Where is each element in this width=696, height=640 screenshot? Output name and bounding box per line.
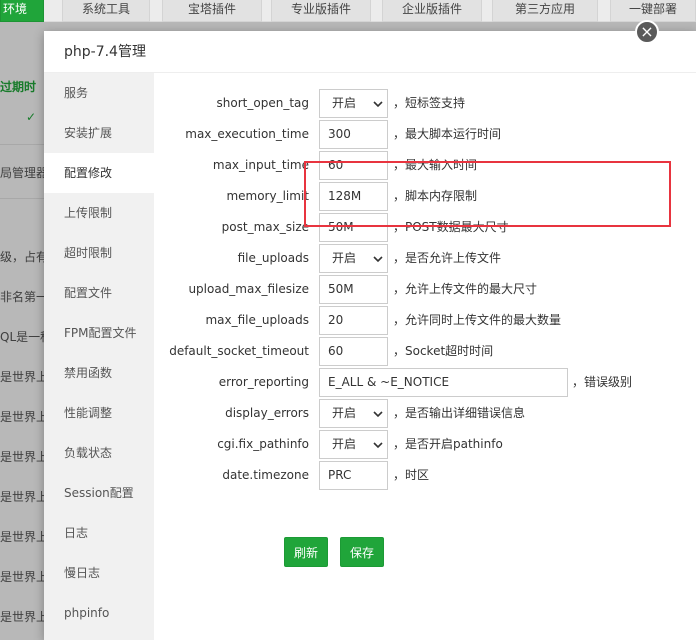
setting-row-error-reporting: error_reporting E_ALL & ~E_NOTICE ，错误级别: [154, 367, 696, 398]
short-open-tag-select[interactable]: 开启: [319, 89, 388, 118]
setting-description: ，错误级别: [572, 375, 633, 389]
select-value: 开启: [332, 251, 357, 265]
chevron-down-icon: [373, 101, 383, 108]
highlight-box: [304, 161, 671, 227]
max-execution-time-input[interactable]: 300: [319, 120, 388, 149]
select-value: 开启: [332, 406, 357, 420]
setting-label: short_open_tag: [216, 96, 309, 110]
sidebar-item-config-modify[interactable]: 配置修改: [44, 153, 154, 193]
refresh-button[interactable]: 刷新: [284, 537, 328, 567]
setting-label: upload_max_filesize: [188, 282, 309, 296]
sidebar-item-config-file[interactable]: 配置文件: [44, 273, 154, 313]
sidebar-item-upload-limit[interactable]: 上传限制: [44, 193, 154, 233]
close-icon[interactable]: ×: [635, 20, 659, 44]
upload-max-filesize-input[interactable]: 50M: [319, 275, 388, 304]
setting-description: ，是否输出详细错误信息: [393, 406, 526, 420]
setting-label: max_execution_time: [185, 127, 309, 141]
tab-enterprise-plugins[interactable]: 企业版插件: [382, 0, 482, 22]
error-reporting-input[interactable]: E_ALL & ~E_NOTICE: [319, 368, 568, 397]
setting-row-upload-max-filesize: upload_max_filesize 50M ，允许上传文件的最大尺寸: [154, 274, 696, 305]
setting-label: max_input_time: [212, 158, 309, 172]
setting-row-cgi-fix-pathinfo: cgi.fix_pathinfo 开启 ，是否开启pathinfo: [154, 429, 696, 460]
setting-description: ，短标签支持: [393, 96, 466, 110]
date-timezone-input[interactable]: PRC: [319, 461, 388, 490]
sidebar-item-timeout-limit[interactable]: 超时限制: [44, 233, 154, 273]
setting-label: max_file_uploads: [205, 313, 309, 327]
setting-description: ，最大脚本运行时间: [393, 127, 502, 141]
file-uploads-select[interactable]: 开启: [319, 244, 388, 273]
cgi-fix-pathinfo-select[interactable]: 开启: [319, 430, 388, 459]
setting-label: cgi.fix_pathinfo: [217, 437, 309, 451]
tab-pro-plugins[interactable]: 专业版插件: [271, 0, 371, 22]
sidebar-item-performance[interactable]: 性能调整: [44, 393, 154, 433]
chevron-down-icon: [373, 442, 383, 449]
top-nav: 环境 系统工具 宝塔插件 专业版插件 企业版插件 第三方应用 一键部署: [0, 0, 696, 22]
sidebar-item-log[interactable]: 日志: [44, 513, 154, 553]
setting-label: file_uploads: [237, 251, 309, 265]
setting-description: ，Socket超时时间: [393, 344, 494, 358]
save-button[interactable]: 保存: [340, 537, 384, 567]
sidebar-item-phpinfo[interactable]: phpinfo: [44, 593, 154, 633]
setting-label: date.timezone: [222, 468, 309, 482]
sidebar-item-service[interactable]: 服务: [44, 73, 154, 113]
sidebar-item-slow-log[interactable]: 慢日志: [44, 553, 154, 593]
setting-row-default-socket-timeout: default_socket_timeout 60 ，Socket超时时间: [154, 336, 696, 367]
setting-row-max-file-uploads: max_file_uploads 20 ，允许同时上传文件的最大数量: [154, 305, 696, 336]
setting-row-max-execution-time: max_execution_time 300 ，最大脚本运行时间: [154, 119, 696, 150]
setting-label: post_max_size: [221, 220, 309, 234]
dialog-sidebar: 服务 安装扩展 配置修改 上传限制 超时限制 配置文件 FPM配置文件 禁用函数…: [44, 73, 154, 640]
setting-label: display_errors: [225, 406, 309, 420]
setting-description: ，允许上传文件的最大尺寸: [393, 282, 538, 296]
display-errors-select[interactable]: 开启: [319, 399, 388, 428]
setting-label: default_socket_timeout: [169, 344, 309, 358]
setting-description: ，是否允许上传文件: [393, 251, 502, 265]
tab-one-click-deploy[interactable]: 一键部署: [610, 0, 696, 22]
sidebar-item-session-config[interactable]: Session配置: [44, 473, 154, 513]
php-manager-dialog: php-7.4管理 服务 安装扩展 配置修改 上传限制 超时限制 配置文件 FP…: [44, 31, 696, 640]
max-file-uploads-input[interactable]: 20: [319, 306, 388, 335]
chevron-down-icon: [373, 411, 383, 418]
setting-description: ，时区: [393, 468, 430, 482]
setting-label: memory_limit: [226, 189, 309, 203]
sidebar-item-fpm-config[interactable]: FPM配置文件: [44, 313, 154, 353]
dialog-title: php-7.4管理: [44, 31, 696, 73]
setting-label: error_reporting: [218, 375, 309, 389]
tab-environment[interactable]: 环境: [0, 0, 44, 22]
setting-description: ，允许同时上传文件的最大数量: [393, 313, 562, 327]
setting-description: ，是否开启pathinfo: [393, 437, 503, 451]
config-form: short_open_tag 开启 ，短标签支持 max_execution_t…: [154, 73, 696, 640]
tab-third-party[interactable]: 第三方应用: [492, 0, 598, 22]
chevron-down-icon: [373, 256, 383, 263]
select-value: 开启: [332, 437, 357, 451]
setting-row-short-open-tag: short_open_tag 开启 ，短标签支持: [154, 88, 696, 119]
sidebar-item-install-extensions[interactable]: 安装扩展: [44, 113, 154, 153]
select-value: 开启: [332, 96, 357, 110]
sidebar-item-disabled-functions[interactable]: 禁用函数: [44, 353, 154, 393]
setting-row-display-errors: display_errors 开启 ，是否输出详细错误信息: [154, 398, 696, 429]
tab-bt-plugins[interactable]: 宝塔插件: [162, 0, 262, 22]
setting-row-date-timezone: date.timezone PRC ，时区: [154, 460, 696, 491]
sidebar-item-load-status[interactable]: 负载状态: [44, 433, 154, 473]
setting-row-file-uploads: file_uploads 开启 ，是否允许上传文件: [154, 243, 696, 274]
tab-system-tools[interactable]: 系统工具: [62, 0, 150, 22]
default-socket-timeout-input[interactable]: 60: [319, 337, 388, 366]
